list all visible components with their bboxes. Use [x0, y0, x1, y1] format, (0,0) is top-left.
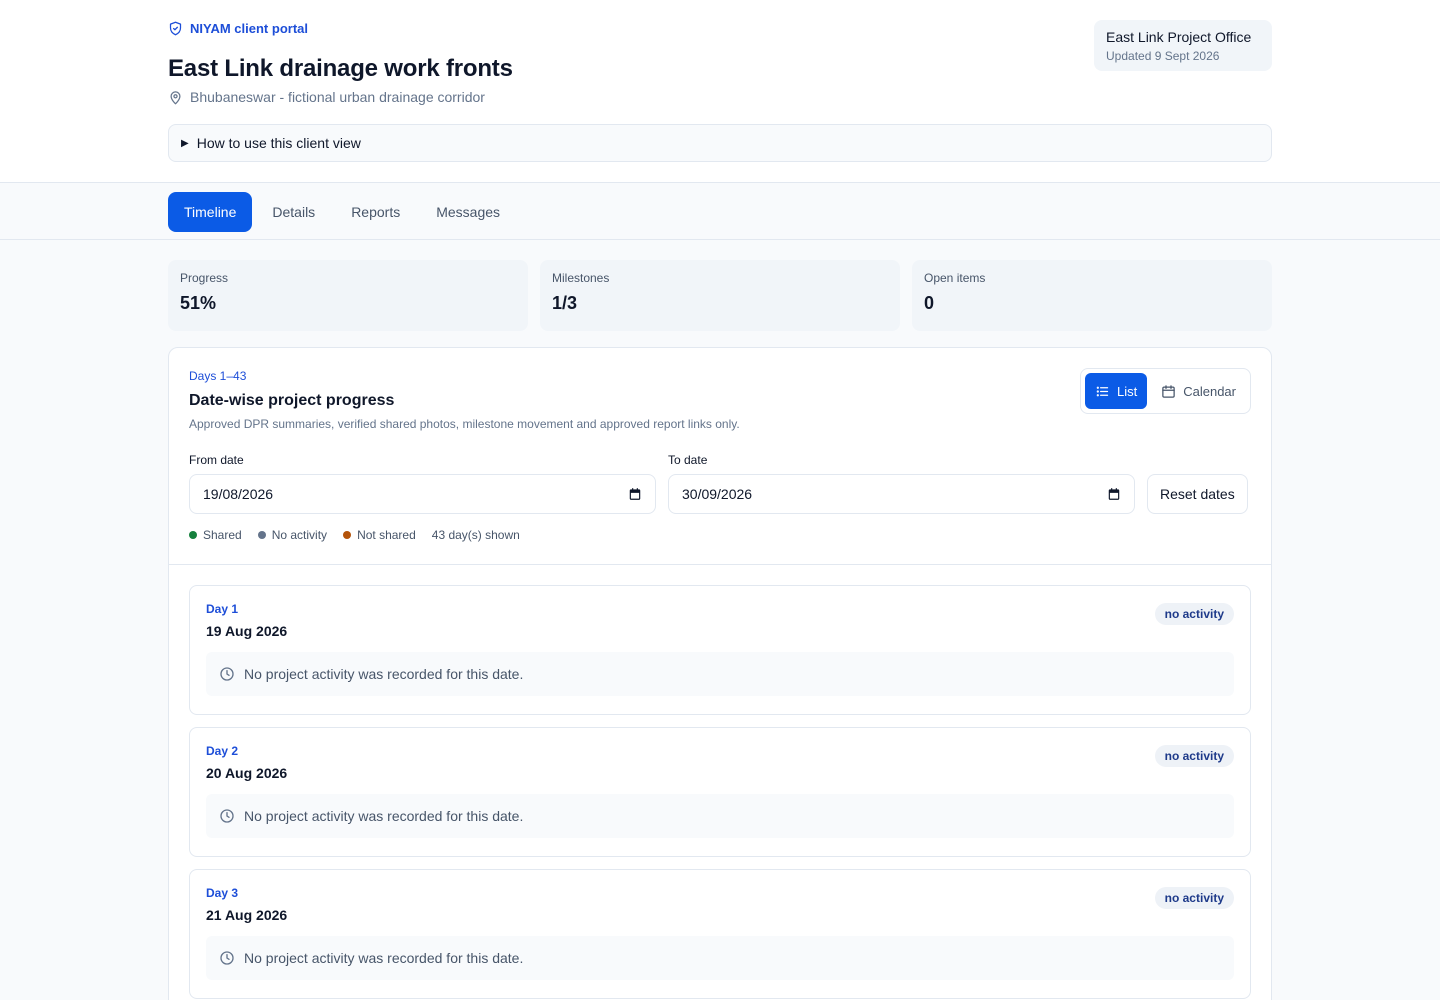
tab-bar: Timeline Details Reports Messages: [0, 183, 1440, 240]
date-filters: From date 19/08/2026 To date 30/09/2026 …: [189, 453, 1251, 514]
clock-icon: [220, 667, 234, 681]
day-number: Day 2: [206, 744, 239, 758]
day-card: Day 2 20 Aug 2026 no activity No project…: [189, 727, 1251, 857]
day-number: Day 1: [206, 602, 239, 616]
day-note-text: No project activity was recorded for thi…: [244, 666, 524, 682]
day-date: 19 Aug 2026: [206, 623, 288, 639]
to-date-label: To date: [668, 453, 708, 467]
clock-icon: [220, 951, 234, 965]
from-date-label: From date: [189, 453, 244, 467]
office-updated: Updated 9 Sept 2026: [1106, 49, 1220, 63]
progress-panel: Days 1–43 Date-wise project progress App…: [168, 347, 1272, 1000]
day-note-text: No project activity was recorded for thi…: [244, 950, 524, 966]
project-location-label: Bhubaneswar - fictional urban drainage c…: [190, 89, 485, 105]
legend-no-activity-label: No activity: [271, 528, 328, 542]
day-list: Day 1 19 Aug 2026 no activity No project…: [169, 565, 1271, 999]
to-date-input[interactable]: 30/09/2026: [668, 474, 1135, 514]
page-title: East Link drainage work fronts: [168, 55, 513, 82]
howto-disclosure[interactable]: ▶ How to use this client view: [168, 124, 1272, 162]
legend-shared-label: Shared: [203, 528, 242, 542]
from-date-input[interactable]: 19/08/2026: [189, 474, 656, 514]
day-date: 21 Aug 2026: [206, 907, 288, 923]
progress-panel-header: Days 1–43 Date-wise project progress App…: [169, 348, 1271, 565]
calendar-picker-icon[interactable]: [628, 487, 642, 501]
portal-brand: NIYAM client portal: [168, 21, 308, 36]
calendar-picker-icon[interactable]: [1107, 487, 1121, 501]
status-legend: Shared No activity Not shared 43 day(s) …: [189, 528, 1251, 542]
legend-shared: Shared: [189, 528, 242, 542]
stats-row: Progress 51% Milestones 1/3 Open items 0: [168, 260, 1272, 331]
status-badge: no activity: [1154, 745, 1234, 767]
map-pin-icon: [170, 90, 181, 104]
calendar-icon: [1162, 384, 1175, 398]
panel-description: Approved DPR summaries, verified shared …: [189, 417, 740, 431]
day-date: 20 Aug 2026: [206, 765, 288, 781]
to-date-value: 30/09/2026: [682, 486, 753, 502]
no-activity-dot-icon: [257, 531, 266, 539]
from-date-field: From date 19/08/2026: [189, 453, 656, 514]
not-shared-dot-icon: [343, 531, 352, 539]
to-date-field: To date 30/09/2026: [668, 453, 1135, 514]
office-card: East Link Project Office Updated 9 Sept …: [1094, 20, 1272, 71]
day-number: Day 3: [206, 886, 239, 900]
shield-check-icon: [169, 21, 182, 36]
day-note: No project activity was recorded for thi…: [206, 794, 1234, 838]
days-shown-count: 43 day(s) shown: [431, 528, 520, 542]
legend-no-activity: No activity: [257, 528, 328, 542]
calendar-view-button[interactable]: Calendar: [1151, 373, 1246, 409]
list-view-button[interactable]: List: [1085, 373, 1148, 409]
view-toggle: List Calendar: [1080, 368, 1251, 414]
day-note: No project activity was recorded for thi…: [206, 652, 1234, 696]
list-icon: [1096, 386, 1109, 396]
list-view-label: List: [1117, 383, 1138, 399]
tab-timeline[interactable]: Timeline: [168, 191, 253, 232]
day-card: Day 1 19 Aug 2026 no activity No project…: [189, 585, 1251, 715]
stat-label: Open items: [924, 271, 986, 285]
legend-not-shared: Not shared: [343, 528, 416, 542]
status-badge: no activity: [1154, 887, 1234, 909]
day-note-text: No project activity was recorded for thi…: [244, 808, 524, 824]
stat-progress: Progress 51%: [168, 260, 528, 331]
page-header: NIYAM client portal East Link drainage w…: [0, 0, 1440, 183]
portal-brand-label: NIYAM client portal: [190, 21, 308, 36]
reset-dates-button[interactable]: Reset dates: [1147, 474, 1248, 514]
calendar-view-label: Calendar: [1183, 383, 1236, 399]
status-badge: no activity: [1154, 603, 1234, 625]
project-location: Bhubaneswar - fictional urban drainage c…: [168, 89, 485, 105]
clock-icon: [220, 809, 234, 823]
tab-messages[interactable]: Messages: [420, 192, 516, 232]
stat-milestones: Milestones 1/3: [540, 260, 900, 331]
tab-details[interactable]: Details: [256, 192, 331, 232]
shared-dot-icon: [189, 531, 197, 539]
from-date-value: 19/08/2026: [203, 486, 274, 502]
stat-open-items: Open items 0: [912, 260, 1272, 331]
office-name: East Link Project Office: [1106, 29, 1252, 45]
stat-value: 1/3: [552, 293, 578, 313]
tab-reports[interactable]: Reports: [335, 192, 416, 232]
stat-value: 0: [924, 293, 935, 313]
disclosure-triangle-icon: ▶: [181, 137, 189, 149]
stat-label: Milestones: [552, 271, 610, 285]
day-note: No project activity was recorded for thi…: [206, 936, 1234, 980]
stat-label: Progress: [180, 271, 229, 285]
stat-value: 51%: [180, 293, 217, 313]
howto-label: How to use this client view: [196, 135, 361, 151]
legend-not-shared-label: Not shared: [357, 528, 416, 542]
day-card: Day 3 21 Aug 2026 no activity No project…: [189, 869, 1251, 999]
